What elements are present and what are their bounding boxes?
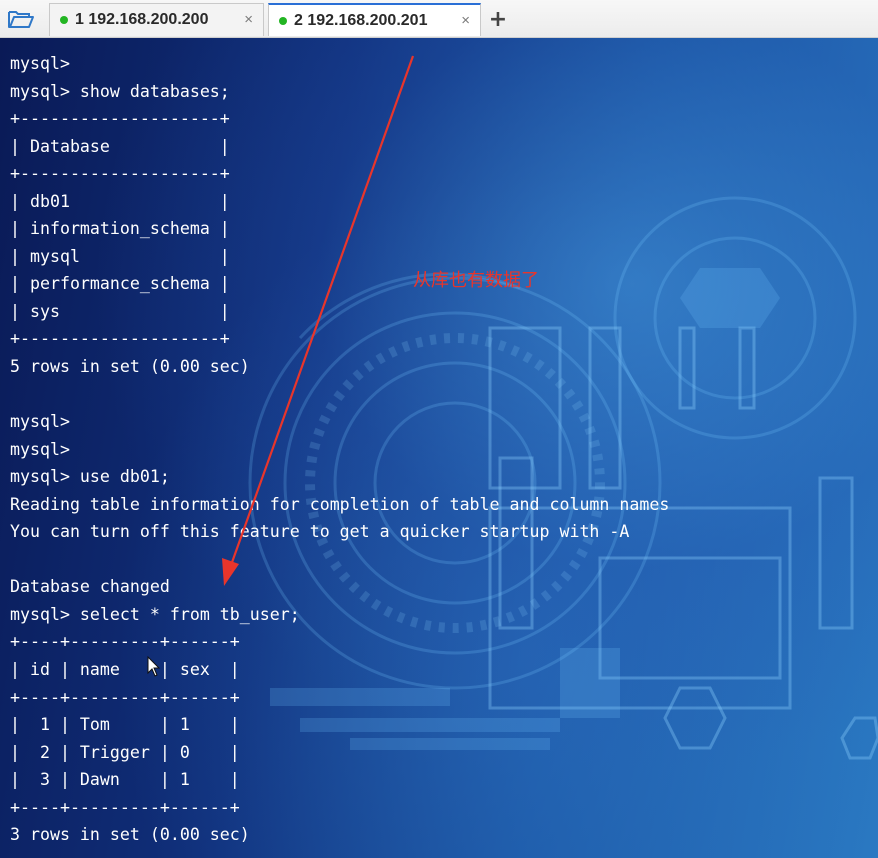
terminal-line: mysql> select * from tb_user; <box>10 604 300 624</box>
close-icon[interactable]: × <box>244 11 253 28</box>
terminal-line: | 3 | Dawn | 1 | <box>10 770 240 790</box>
terminal-line: Reading table information for completion… <box>10 494 670 514</box>
terminal-output[interactable]: mysql> mysql> show databases; +---------… <box>0 38 878 858</box>
terminal-line: 3 rows in set (0.00 sec) <box>10 825 250 845</box>
tab-label: 1 192.168.200.200 <box>75 11 209 28</box>
terminal-line: | id | name | sex | <box>10 660 240 680</box>
terminal-line: | mysql | <box>10 246 230 266</box>
terminal-line: +--------------------+ <box>10 164 230 184</box>
tab-label: 2 192.168.200.201 <box>294 11 428 29</box>
terminal-line: | 2 | Trigger | 0 | <box>10 742 240 762</box>
terminal-line: mysql> <box>10 412 70 432</box>
terminal-line: +--------------------+ <box>10 109 230 129</box>
terminal-line: | sys | <box>10 301 230 321</box>
mouse-pointer-icon <box>147 656 161 677</box>
folder-open-icon <box>8 11 34 28</box>
terminal-line: You can turn off this feature to get a q… <box>10 522 630 542</box>
terminal-line: mysql> show databases; <box>10 81 230 101</box>
terminal-line: +----+---------+------+ <box>10 797 240 817</box>
terminal-line: mysql> use db01; <box>10 467 170 487</box>
terminal-line: | Database | <box>10 136 230 156</box>
close-icon[interactable]: × <box>461 12 470 29</box>
terminal-line: +--------------------+ <box>10 329 230 349</box>
terminal-line: mysql> <box>10 439 70 459</box>
tab-session-1[interactable]: 1 192.168.200.200 × <box>49 3 264 36</box>
annotation-note: 从库也有数据了 <box>413 270 539 291</box>
terminal-line: +----+---------+------+ <box>10 687 240 707</box>
terminal-line: | performance_schema | <box>10 274 230 294</box>
terminal-line: mysql> <box>10 54 70 73</box>
connection-status-dot <box>279 16 287 25</box>
terminal-lines: mysql> mysql> show databases; +---------… <box>10 50 669 849</box>
terminal-line: 5 rows in set (0.00 sec) <box>10 357 250 377</box>
terminal-line: | information_schema | <box>10 219 230 239</box>
tab-session-2[interactable]: 2 192.168.200.201 × <box>268 3 481 36</box>
new-tab-button[interactable]: + <box>486 5 510 33</box>
terminal-line: +----+---------+------+ <box>10 632 240 652</box>
terminal-app-window: 1 192.168.200.200 × 2 192.168.200.201 × … <box>0 0 878 858</box>
connection-status-dot <box>60 16 68 24</box>
tab-bar: 1 192.168.200.200 × 2 192.168.200.201 × … <box>0 0 878 38</box>
open-session-button[interactable] <box>4 5 38 33</box>
terminal-line: Database changed <box>10 577 170 597</box>
terminal-line: | 1 | Tom | 1 | <box>10 715 240 735</box>
terminal-line: | db01 | <box>10 191 230 211</box>
